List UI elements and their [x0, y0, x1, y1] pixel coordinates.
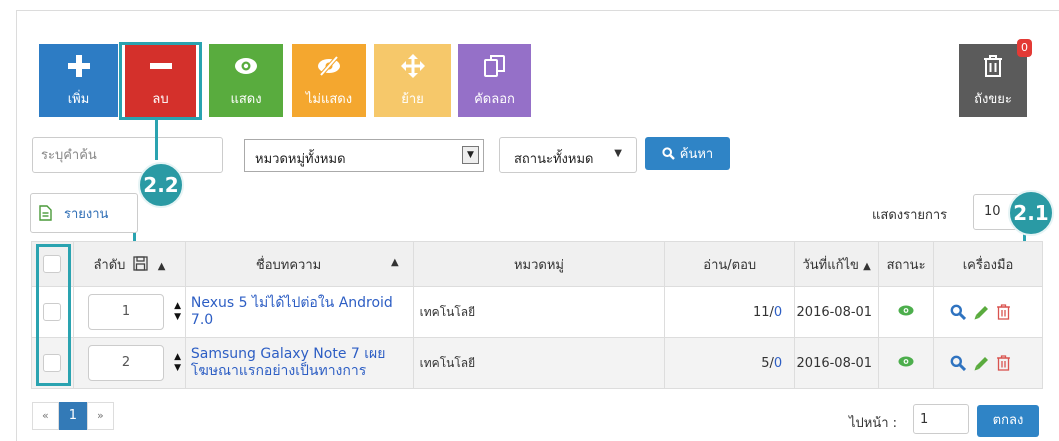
updated-header[interactable]: วันที่แก้ไข ▲: [794, 241, 880, 287]
save-icon[interactable]: [132, 255, 148, 271]
title-header-label: ชื่อบทความ: [255, 257, 322, 273]
table-row: 1 ▲ ▼ Nexus 5 ไม่ได้ไปต่อใน Android 7.0 เ…: [31, 286, 1043, 338]
replies-count[interactable]: 0: [774, 356, 782, 371]
category-select-value: หมวดหมู่ทั้งหมด: [255, 152, 346, 167]
report-button-label: รายงาน: [64, 206, 109, 222]
pencil-icon[interactable]: [974, 356, 989, 371]
tools-cell: [933, 286, 1043, 338]
updated-cell: 2016-08-01: [794, 286, 880, 338]
callout-badge: 2.1: [1008, 190, 1054, 236]
copy-button[interactable]: คัดลอก: [458, 44, 531, 117]
order-stepper[interactable]: ▲ ▼: [174, 352, 181, 374]
search-icon: [662, 147, 675, 160]
move-arrows-icon: [374, 52, 451, 80]
add-label: เพิ่ม: [67, 92, 90, 107]
views-cell: 11/0: [664, 286, 796, 338]
hide-label: ไม่แสดง: [305, 92, 353, 107]
search-button-label: ค้นหา: [679, 147, 714, 162]
goto-page-input[interactable]: [913, 404, 969, 434]
eye-icon[interactable]: [898, 356, 914, 367]
search-input[interactable]: [32, 137, 223, 173]
eye-icon[interactable]: [898, 305, 914, 316]
table-header-row: ลำดับ ▲ ชื่อบทความ ▲ หมวดหมู่ อ่าน/ตอบ ว…: [31, 241, 1043, 287]
magnifier-icon[interactable]: [950, 304, 967, 321]
order-cell: 1 ▲ ▼: [72, 286, 186, 338]
pencil-icon[interactable]: [974, 305, 989, 320]
status-cell: [878, 337, 935, 389]
move-up-icon[interactable]: ▲: [174, 301, 181, 311]
trash-icon[interactable]: [997, 304, 1011, 320]
views-header[interactable]: อ่าน/ตอบ: [664, 241, 796, 287]
pagination: « 1 »: [32, 402, 114, 430]
page-button[interactable]: 1: [58, 402, 88, 430]
goto-label: ไปหน้า :: [849, 416, 898, 431]
callout-badge: 2.2: [138, 162, 184, 208]
trash-icon: [959, 52, 1027, 80]
prev-page-button[interactable]: «: [32, 402, 59, 430]
callout-connector: [155, 120, 158, 160]
order-input[interactable]: 1: [87, 294, 164, 330]
reads-count: 5: [761, 355, 770, 371]
copy-icon: [458, 52, 531, 80]
move-up-icon[interactable]: ▲: [174, 352, 181, 362]
tools-header: เครื่องมือ: [933, 241, 1043, 287]
move-label: ย้าย: [401, 92, 424, 107]
sort-up-icon: ▲: [157, 260, 166, 272]
sort-up-icon: ▲: [863, 260, 871, 272]
replies-count[interactable]: 0: [774, 305, 782, 320]
category-cell: เทคโนโลยี: [412, 337, 666, 389]
show-label: แสดง: [230, 92, 262, 107]
category-cell: เทคโนโลยี: [412, 286, 666, 338]
status-cell: [878, 286, 935, 338]
checkbox-highlight-frame: [36, 244, 71, 386]
next-page-button[interactable]: »: [87, 402, 114, 430]
eye-slash-icon: [292, 52, 366, 80]
plus-icon: [39, 52, 118, 80]
move-down-icon[interactable]: ▼: [174, 363, 181, 373]
reads-count: 11: [752, 304, 770, 320]
search-button[interactable]: ค้นหา: [645, 137, 730, 170]
file-icon: [39, 205, 52, 221]
title-cell: Samsung Galaxy Note 7 เผยโฆษณาแรกอย่างเป…: [184, 337, 414, 389]
order-header[interactable]: ลำดับ ▲: [72, 241, 186, 287]
copy-label: คัดลอก: [474, 92, 515, 107]
trash-label: ถังขยะ: [974, 92, 1012, 107]
order-input[interactable]: 2: [87, 345, 164, 381]
status-select-value: สถานะทั้งหมด: [514, 152, 594, 167]
title-header[interactable]: ชื่อบทความ ▲: [184, 241, 414, 287]
order-header-label: ลำดับ: [93, 257, 126, 273]
show-button[interactable]: แสดง: [209, 44, 283, 117]
eye-icon: [209, 52, 283, 80]
order-cell: 2 ▲ ▼: [72, 337, 186, 389]
chevron-down-icon: ▼: [462, 146, 479, 164]
add-button[interactable]: เพิ่ม: [39, 44, 118, 117]
trash-count-badge: 0: [1017, 39, 1032, 57]
report-button[interactable]: รายงาน: [30, 193, 138, 233]
articles-table: ลำดับ ▲ ชื่อบทความ ▲ หมวดหมู่ อ่าน/ตอบ ว…: [31, 241, 1043, 389]
order-stepper[interactable]: ▲ ▼: [174, 301, 181, 323]
updated-header-label: วันที่แก้ไข: [802, 257, 859, 273]
magnifier-icon[interactable]: [950, 355, 967, 372]
per-page-label: แสดงรายการ: [872, 208, 948, 223]
title-cell: Nexus 5 ไม่ได้ไปต่อใน Android 7.0: [184, 286, 414, 338]
goto-button[interactable]: ตกลง: [977, 405, 1039, 437]
views-cell: 5/0: [664, 337, 796, 389]
sort-up-icon: ▲: [390, 257, 399, 268]
article-title-link[interactable]: Samsung Galaxy Note 7 เผยโฆษณาแรกอย่างเป…: [191, 346, 386, 379]
tools-cell: [933, 337, 1043, 389]
move-down-icon[interactable]: ▼: [174, 312, 181, 322]
updated-cell: 2016-08-01: [794, 337, 880, 389]
trash-icon[interactable]: [997, 355, 1011, 371]
status-header: สถานะ: [878, 241, 935, 287]
article-title-link[interactable]: Nexus 5 ไม่ได้ไปต่อใน Android 7.0: [191, 295, 393, 328]
category-select[interactable]: หมวดหมู่ทั้งหมด ▼: [244, 139, 484, 172]
chevron-down-icon: ▼: [614, 148, 622, 159]
move-button[interactable]: ย้าย: [374, 44, 451, 117]
delete-highlight-frame: [119, 42, 202, 120]
table-row: 2 ▲ ▼ Samsung Galaxy Note 7 เผยโฆษณาแรกอย…: [31, 337, 1043, 389]
category-header[interactable]: หมวดหมู่: [412, 241, 666, 287]
hide-button[interactable]: ไม่แสดง: [292, 44, 366, 117]
status-select[interactable]: สถานะทั้งหมด ▼: [499, 137, 637, 173]
